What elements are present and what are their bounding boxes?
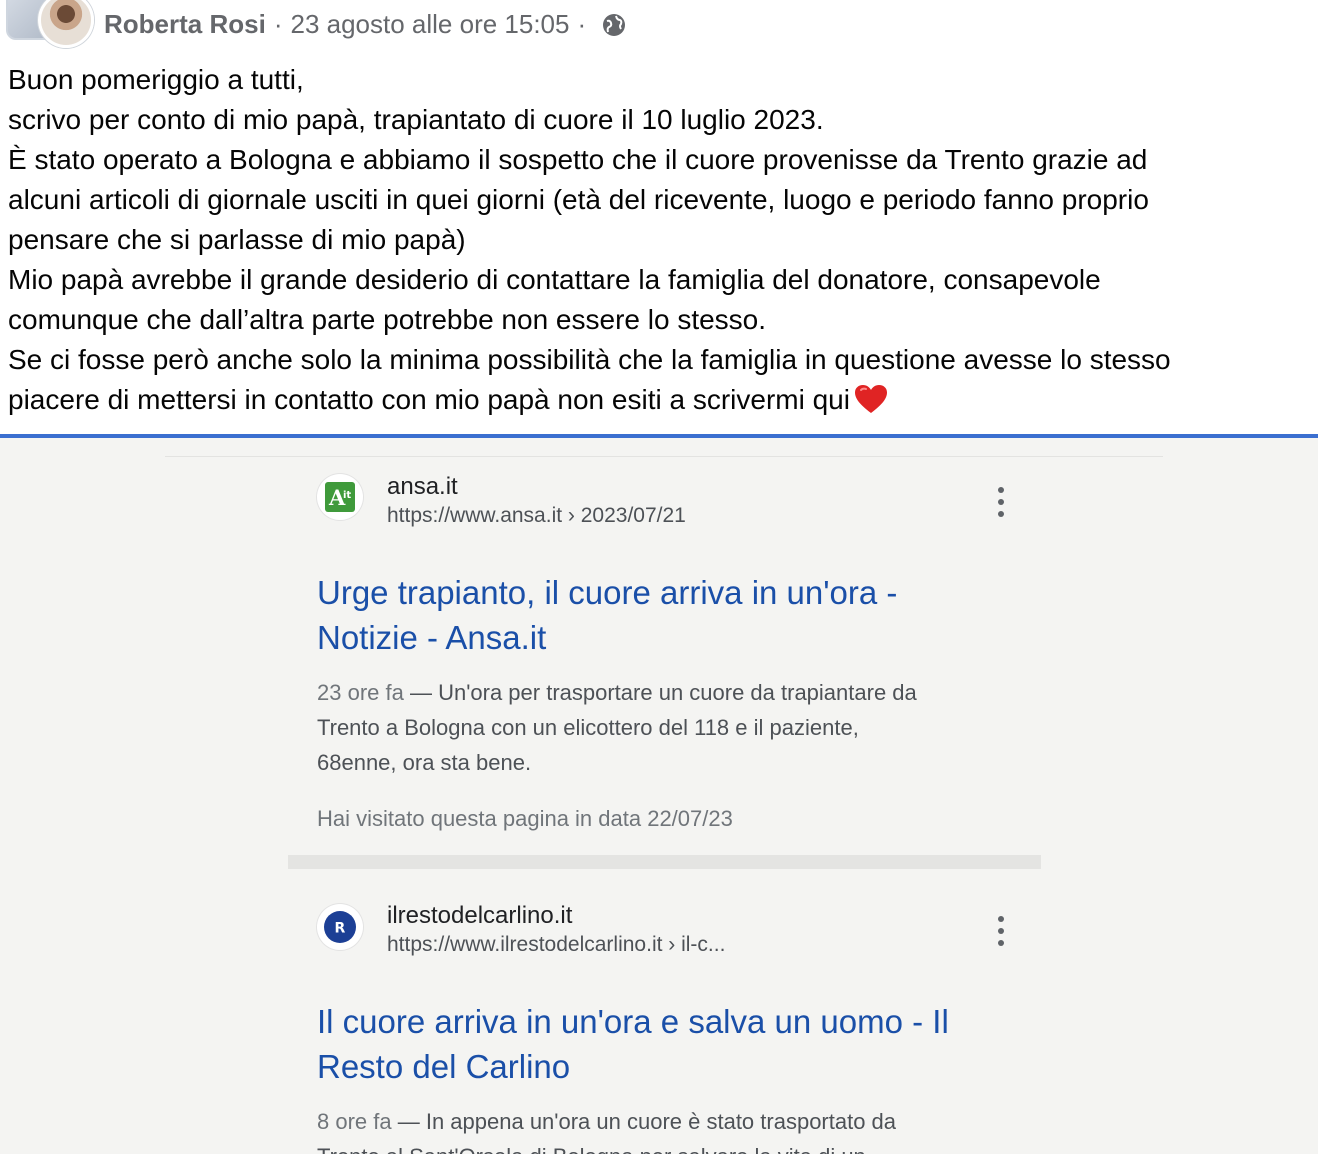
result-menu-icon[interactable] xyxy=(996,487,1006,517)
globe-icon[interactable] xyxy=(602,13,626,37)
site-url[interactable]: https://www.ansa.it › 2023/07/21 xyxy=(387,504,686,528)
snippet-text: 68enne, ora sta bene. xyxy=(317,750,532,775)
post-header: Roberta Rosi · 23 agosto alle ore 15:05 … xyxy=(0,0,1318,56)
post-body: Buon pomeriggio a tutti, scrivo per cont… xyxy=(8,60,1308,420)
meta-separator-2: · xyxy=(577,9,587,39)
snippet-text: Trento al Sant'Orsola di Bologna per sal… xyxy=(317,1139,1037,1154)
facebook-post: Roberta Rosi · 23 agosto alle ore 15:05 … xyxy=(0,0,1318,1154)
post-line: Mio papà avrebbe il grande desiderio di … xyxy=(8,264,1101,295)
svg-text:R: R xyxy=(335,921,346,937)
post-line: alcuni articoli di giornale usciti in qu… xyxy=(8,184,1149,215)
result-snippet: 8 ore fa — In appena un'ora un cuore è s… xyxy=(317,1104,1037,1154)
result-title-line: Resto del Carlino xyxy=(317,1048,571,1085)
site-name[interactable]: ansa.it xyxy=(387,473,458,501)
ansa-favicon: A it xyxy=(317,474,363,520)
post-line: Se ci fosse però anche solo la minima po… xyxy=(8,344,1171,375)
heart-icon xyxy=(854,385,887,413)
post-line: scrivo per conto di mio papà, trapiantat… xyxy=(8,104,824,135)
result-title-link[interactable]: Il cuore arriva in un'ora e salva un uom… xyxy=(317,999,1017,1089)
screenshot-top-line xyxy=(165,456,1163,457)
author-avatar[interactable] xyxy=(38,0,94,48)
meta-separator: · xyxy=(273,9,283,39)
post-meta: Roberta Rosi · 23 agosto alle ore 15:05 … xyxy=(104,9,626,40)
snippet-text: — Un'ora per trasportare un cuore da tra… xyxy=(403,680,917,705)
carlino-favicon: R xyxy=(317,904,363,950)
result-menu-icon[interactable] xyxy=(996,916,1006,946)
site-name[interactable]: ilrestodelcarlino.it xyxy=(387,902,572,930)
result-title-line: Il cuore arriva in un'ora e salva un uom… xyxy=(317,1003,949,1040)
post-line-last: piacere di mettersi in contatto con mio … xyxy=(8,380,1308,420)
result-age: 8 ore fa xyxy=(317,1109,392,1134)
result-title-link[interactable]: Urge trapianto, il cuore arriva in un'or… xyxy=(317,570,1017,660)
post-line-text: piacere di mettersi in contatto con mio … xyxy=(8,384,850,415)
ansa-logo-icon: A it xyxy=(325,482,355,512)
carlino-logo-icon: R xyxy=(324,911,356,943)
result-separator xyxy=(288,855,1041,869)
post-line: Buon pomeriggio a tutti, xyxy=(8,64,304,95)
author-name[interactable]: Roberta Rosi xyxy=(104,9,266,40)
snippet-text: Trento a Bologna con un elicottero del 1… xyxy=(317,715,859,740)
result-title-line: Notizie - Ansa.it xyxy=(317,619,547,656)
result-title-line: Urge trapianto, il cuore arriva in un'or… xyxy=(317,574,898,611)
site-url[interactable]: https://www.ilrestodelcarlino.it › il-c.… xyxy=(387,933,725,957)
snippet-text: — In appena un'ora un cuore è stato tras… xyxy=(391,1109,897,1134)
post-line: comunque che dall’altra parte potrebbe n… xyxy=(8,304,767,335)
result-snippet: 23 ore fa — Un'ora per trasportare un cu… xyxy=(317,675,1037,780)
post-timestamp[interactable]: 23 agosto alle ore 15:05 xyxy=(290,9,569,40)
post-line: È stato operato a Bologna e abbiamo il s… xyxy=(8,144,1148,175)
svg-text:it: it xyxy=(343,490,351,501)
post-line: pensare che si parlasse di mio papà) xyxy=(8,224,466,255)
avatar-stack[interactable] xyxy=(6,0,96,48)
attached-screenshot[interactable]: A it ansa.it https://www.ansa.it › 2023/… xyxy=(0,438,1318,1154)
visited-note: Hai visitato questa pagina in data 22/07… xyxy=(317,806,733,831)
result-age: 23 ore fa xyxy=(317,680,404,705)
